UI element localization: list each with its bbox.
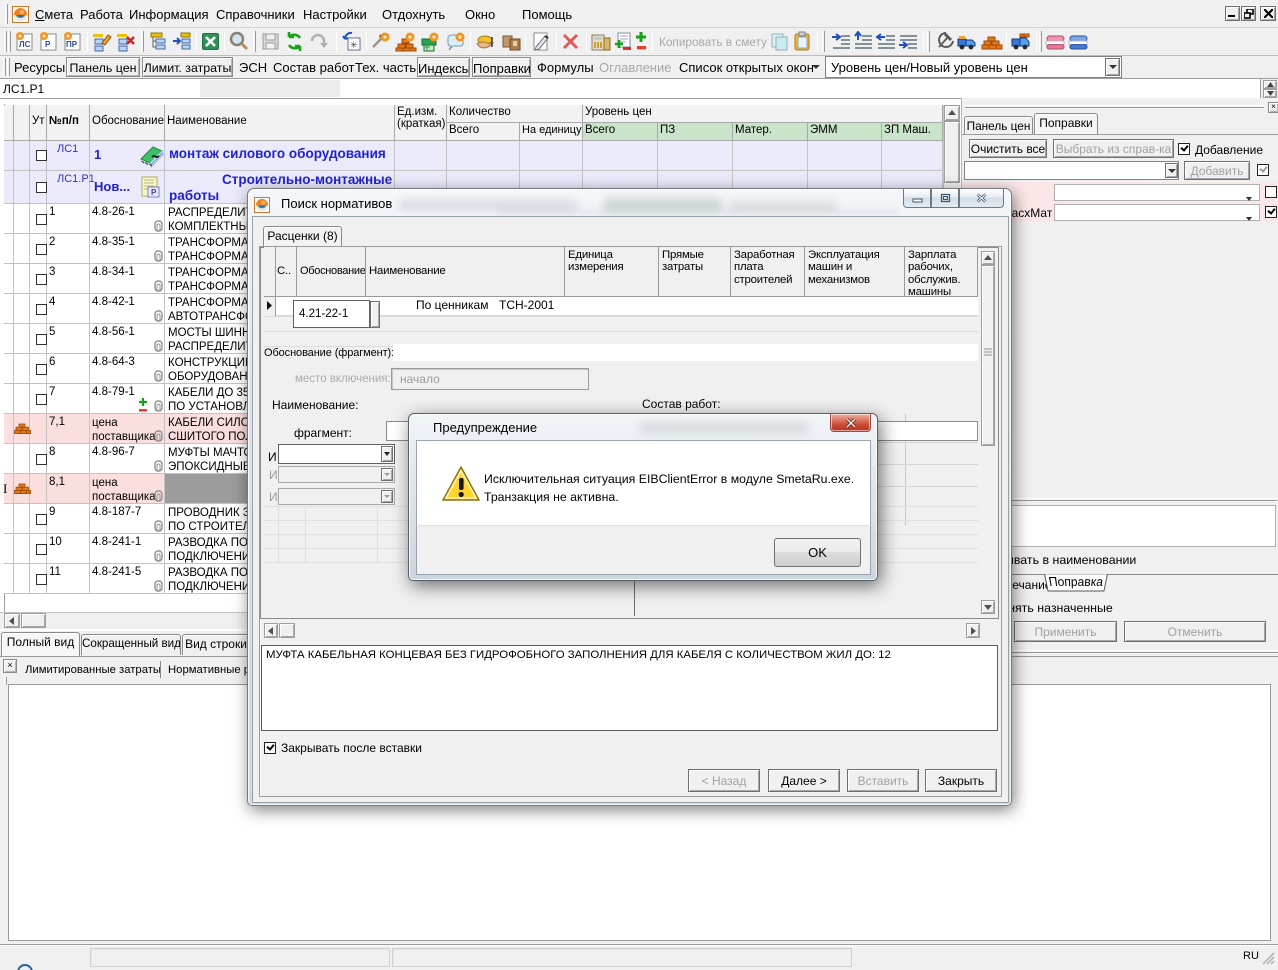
svg-text:ЛС: ЛС <box>19 40 31 49</box>
svg-text:P: P <box>151 188 157 197</box>
svg-text:✳: ✳ <box>350 40 358 50</box>
svg-text:Р: Р <box>45 40 51 49</box>
svg-text:ПР: ПР <box>66 40 78 49</box>
